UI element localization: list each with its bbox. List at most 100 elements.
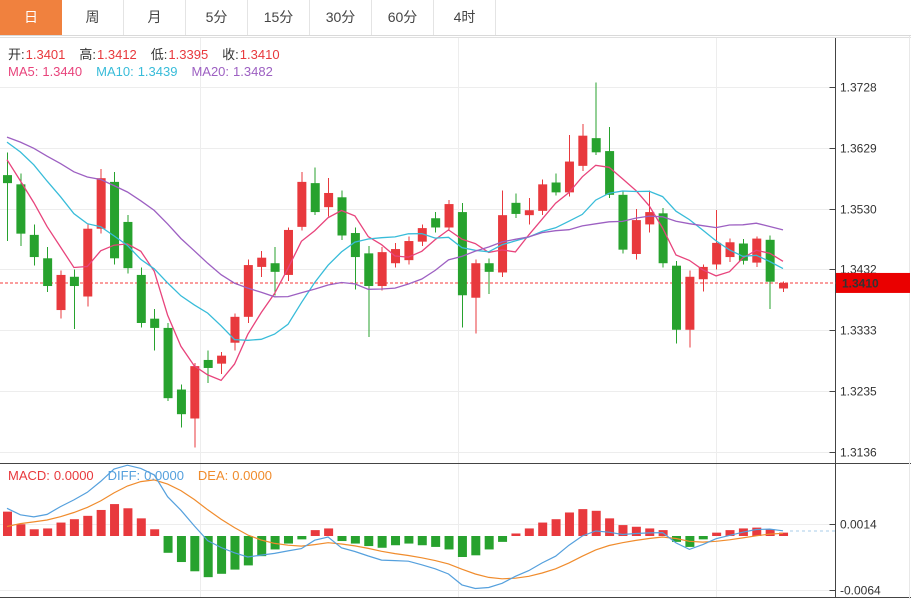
- candle: [672, 266, 681, 330]
- ma5-line: [7, 160, 783, 381]
- diff-value: DIFF:0.0000: [108, 468, 184, 483]
- price-axis-label: 1.3136: [840, 446, 877, 460]
- macd-bar: [164, 536, 173, 553]
- tab-30min[interactable]: 30分: [310, 0, 372, 35]
- close-value: 收:1.3410: [222, 44, 279, 63]
- macd-bar: [244, 536, 253, 565]
- macd-bar: [471, 536, 480, 555]
- macd-bar: [351, 536, 360, 544]
- macd-bar: [712, 533, 721, 536]
- macd-bar: [284, 536, 293, 544]
- macd-value: MACD:0.0000: [8, 468, 94, 483]
- macd-bar: [190, 536, 199, 571]
- candle: [605, 151, 614, 195]
- candle: [217, 356, 226, 364]
- macd-bar: [110, 504, 119, 536]
- macd-bar: [458, 536, 467, 557]
- candle: [57, 275, 66, 310]
- macd-bar: [137, 518, 146, 536]
- candle: [297, 182, 306, 227]
- macd-bar: [177, 536, 186, 562]
- candle: [659, 213, 668, 263]
- tab-5min[interactable]: 5分: [186, 0, 248, 35]
- candle: [271, 263, 280, 272]
- candle: [645, 212, 654, 224]
- macd-bar: [150, 529, 159, 536]
- candle: [592, 138, 601, 152]
- macd-bar: [632, 527, 641, 536]
- ma20-value: MA20:1.3482: [191, 64, 272, 79]
- candle: [471, 263, 480, 298]
- tab-month[interactable]: 月: [124, 0, 186, 35]
- candle: [164, 328, 173, 398]
- candle: [712, 243, 721, 265]
- macd-bar: [43, 528, 52, 536]
- high-value: 高:1.3412: [79, 44, 136, 63]
- tab-15min[interactable]: 15分: [248, 0, 310, 35]
- candle: [230, 317, 239, 343]
- candle: [97, 178, 106, 229]
- candle: [190, 366, 199, 418]
- price-axis-label: 1.3333: [840, 324, 877, 338]
- macd-bar: [3, 512, 12, 536]
- candle: [137, 275, 146, 323]
- macd-bar: [445, 536, 454, 549]
- candle: [699, 267, 708, 279]
- chart-canvas[interactable]: 1.37281.36291.35301.34321.33331.32351.31…: [0, 0, 911, 599]
- ma-legend: MA5:1.3440 MA10:1.3439 MA20:1.3482: [8, 64, 273, 79]
- candle: [204, 360, 213, 368]
- candle: [150, 319, 159, 328]
- macd-bar: [431, 536, 440, 547]
- price-axis-label: 1.3235: [840, 385, 877, 399]
- ma5-value: MA5:1.3440: [8, 64, 82, 79]
- dea-value: DEA:0.0000: [198, 468, 272, 483]
- macd-bar: [57, 523, 66, 536]
- macd-bar: [565, 512, 574, 536]
- candle: [3, 175, 12, 183]
- low-value: 低:1.3395: [151, 44, 208, 63]
- candle: [311, 183, 320, 212]
- macd-bar: [699, 536, 708, 539]
- candle: [324, 193, 333, 207]
- candle: [578, 136, 587, 166]
- diff-line: [7, 465, 783, 588]
- price-axis-label: 1.3530: [840, 203, 877, 217]
- last-price-badge-label: 1.3410: [842, 276, 879, 290]
- candle: [30, 235, 39, 257]
- tab-4hour[interactable]: 4时: [434, 0, 496, 35]
- macd-bar: [123, 508, 132, 536]
- candle: [511, 203, 520, 214]
- macd-bar: [525, 528, 534, 536]
- candle: [538, 184, 547, 210]
- macd-bar: [578, 509, 587, 536]
- ma10-value: MA10:1.3439: [96, 64, 177, 79]
- candle: [485, 263, 494, 272]
- price-axis-label: 1.3629: [840, 142, 877, 156]
- candle: [338, 197, 347, 235]
- candle: [445, 204, 454, 227]
- open-value: 开:1.3401: [8, 44, 65, 63]
- macd-bar: [552, 519, 561, 536]
- candle: [552, 183, 561, 193]
- macd-bar: [404, 536, 413, 544]
- candle: [177, 390, 186, 415]
- tab-week[interactable]: 周: [62, 0, 124, 35]
- candle: [618, 195, 627, 250]
- macd-bar: [498, 536, 507, 542]
- candle: [70, 277, 79, 286]
- dea-line: [7, 480, 783, 579]
- candle: [431, 218, 440, 227]
- candle: [43, 258, 52, 286]
- macd-bar: [418, 536, 427, 545]
- macd-legend: MACD:0.0000 DIFF:0.0000 DEA:0.0000: [8, 468, 272, 483]
- candle: [364, 253, 373, 286]
- tab-60min[interactable]: 60分: [372, 0, 434, 35]
- macd-bar: [30, 529, 39, 536]
- macd-bar: [324, 528, 333, 536]
- candle: [525, 210, 534, 215]
- candle: [244, 265, 253, 317]
- tab-day[interactable]: 日: [0, 0, 62, 35]
- macd-bar: [16, 524, 25, 536]
- macd-bar: [538, 523, 547, 536]
- candle: [458, 212, 467, 295]
